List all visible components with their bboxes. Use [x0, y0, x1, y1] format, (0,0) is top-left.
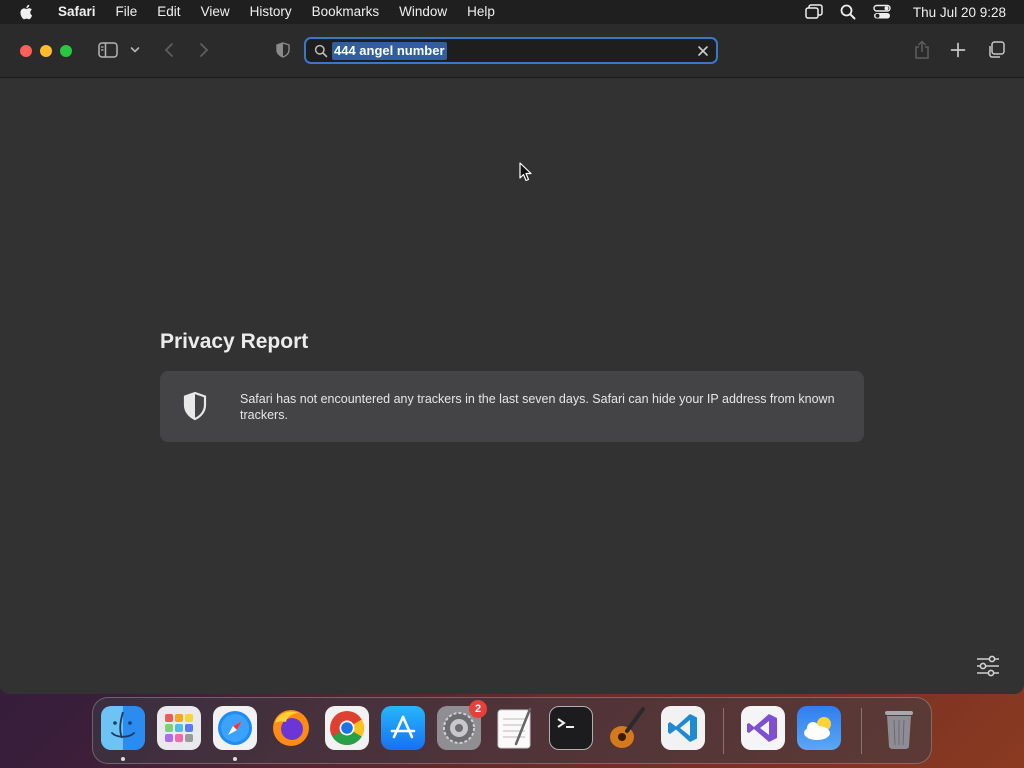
menu-view[interactable]: View: [191, 0, 240, 24]
running-indicator: [233, 757, 237, 761]
close-window-button[interactable]: [20, 45, 32, 57]
chrome-icon[interactable]: [325, 706, 369, 750]
chevron-down-icon[interactable]: [128, 42, 142, 58]
firefox-icon[interactable]: [269, 706, 313, 750]
browser-toolbar: 444 angel number: [0, 24, 1024, 78]
menu-window[interactable]: Window: [389, 0, 457, 24]
menu-help[interactable]: Help: [457, 0, 505, 24]
apple-menu-icon[interactable]: [18, 3, 36, 21]
minimize-window-button[interactable]: [40, 45, 52, 57]
menu-app-safari[interactable]: Safari: [50, 0, 106, 24]
dock: 2: [92, 697, 932, 764]
forward-button[interactable]: [195, 40, 213, 60]
menu-bar: Safari File Edit View History Bookmarks …: [0, 0, 1024, 24]
weather-icon[interactable]: [797, 706, 841, 750]
terminal-icon[interactable]: [549, 706, 593, 750]
safari-window: 444 angel number Privacy Report Safari h…: [0, 24, 1024, 694]
app-store-icon[interactable]: [381, 706, 425, 750]
textedit-icon[interactable]: [493, 706, 537, 750]
menu-bookmarks[interactable]: Bookmarks: [302, 0, 390, 24]
address-bar[interactable]: 444 angel number: [304, 37, 718, 64]
address-bar-query[interactable]: 444 angel number: [332, 41, 447, 60]
safari-icon[interactable]: [213, 706, 257, 750]
zoom-window-button[interactable]: [60, 45, 72, 57]
launchpad-icon[interactable]: [157, 706, 201, 750]
control-center-icon[interactable]: [872, 2, 892, 22]
privacy-report-title: Privacy Report: [160, 330, 309, 353]
notification-badge: 2: [469, 700, 487, 718]
menu-history[interactable]: History: [240, 0, 302, 24]
privacy-shield-icon[interactable]: [273, 40, 293, 60]
running-indicator: [121, 757, 125, 761]
sidebar-toggle-icon[interactable]: [96, 40, 120, 60]
system-settings-icon[interactable]: 2: [437, 700, 487, 750]
share-icon[interactable]: [912, 38, 932, 62]
back-button[interactable]: [160, 40, 178, 60]
tab-overview-icon[interactable]: [985, 40, 1007, 60]
menu-edit[interactable]: Edit: [147, 0, 190, 24]
shield-icon: [183, 391, 207, 421]
search-icon: [314, 44, 328, 57]
mouse-pointer-icon: [519, 162, 532, 182]
privacy-report-card[interactable]: Safari has not encountered any trackers …: [160, 371, 864, 442]
dock-separator: [723, 708, 724, 754]
dock-separator: [861, 708, 862, 754]
customize-start-page-icon[interactable]: [974, 652, 1002, 680]
privacy-report-message: Safari has not encountered any trackers …: [240, 392, 835, 422]
vscode-icon[interactable]: [661, 706, 705, 750]
menu-file[interactable]: File: [106, 0, 148, 24]
trash-icon[interactable]: [877, 706, 921, 750]
new-tab-button[interactable]: [948, 40, 968, 60]
clear-icon[interactable]: [696, 44, 710, 58]
screen-mirroring-icon[interactable]: [804, 2, 824, 22]
spotlight-search-icon[interactable]: [838, 2, 858, 22]
menubar-clock[interactable]: Thu Jul 20 9:28: [913, 5, 1006, 20]
start-page: Privacy Report Safari has not encountere…: [0, 78, 1024, 694]
finder-icon[interactable]: [101, 706, 145, 750]
garageband-icon[interactable]: [605, 706, 649, 750]
visual-studio-icon[interactable]: [741, 706, 785, 750]
